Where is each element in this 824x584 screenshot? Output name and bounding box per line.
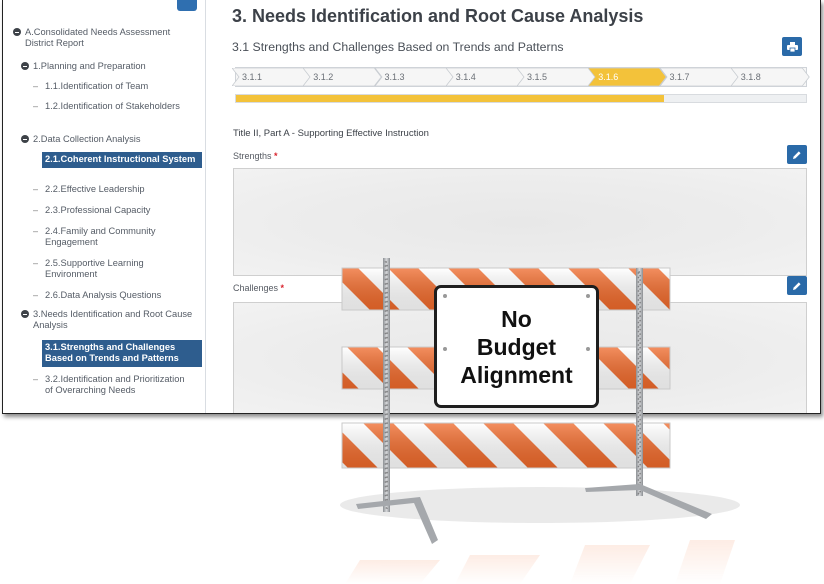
road-barricade-illustration: No Budget Alignment [0, 0, 824, 584]
screw-icon [443, 347, 447, 351]
barricade-graphic [340, 258, 740, 584]
no-budget-alignment-sign: No Budget Alignment [434, 285, 599, 408]
sign-line-2: Budget [476, 333, 557, 360]
sign-line-3: Alignment [460, 361, 573, 388]
barricade-post-left [383, 258, 390, 512]
barricade-reflection [345, 540, 735, 584]
screw-icon [586, 294, 590, 298]
sign-line-1: No [501, 305, 532, 332]
screw-icon [586, 347, 590, 351]
barricade-board-bottom [341, 422, 671, 469]
screw-icon [443, 294, 447, 298]
